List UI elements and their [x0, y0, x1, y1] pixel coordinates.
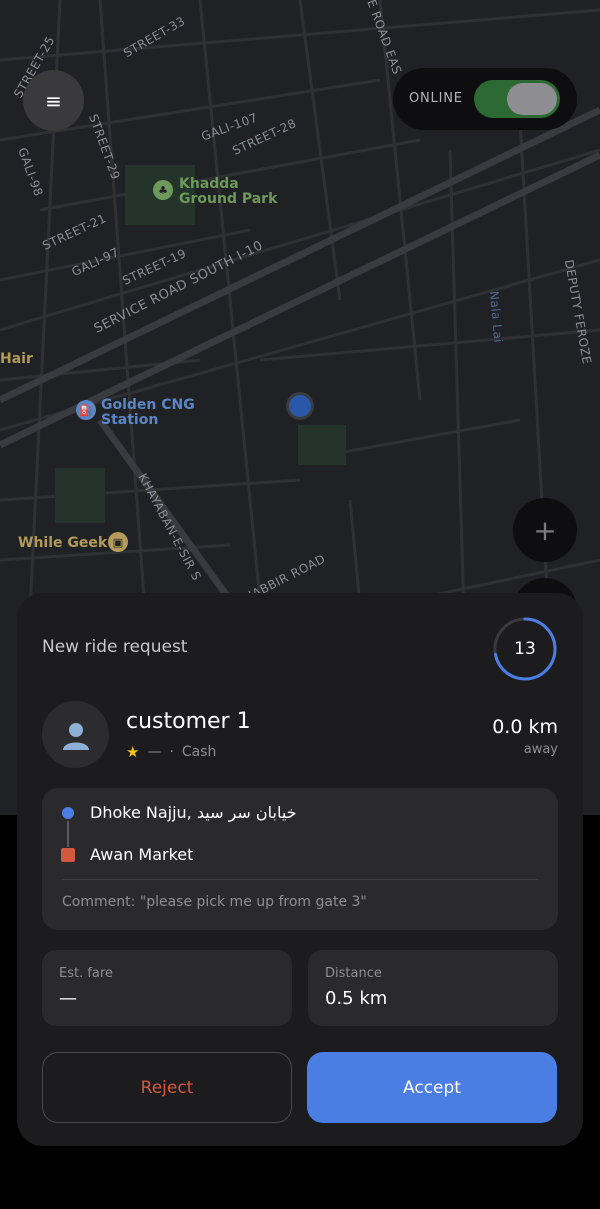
poi-park[interactable]: Khadda Ground Park [179, 177, 289, 207]
card-title: New ride request [42, 637, 188, 657]
customer-rating: — [147, 744, 162, 760]
distance-away-value: 0.0 km [492, 716, 558, 738]
route-line [67, 821, 69, 847]
distance-label: Distance [325, 966, 382, 981]
route-panel: Dhoke Najju, خیابان سر سید Awan Market C… [42, 788, 558, 930]
ride-request-card: New ride request 13 customer 1 ★ — · Cas… [17, 593, 583, 1146]
star-icon: ★ [126, 743, 140, 761]
poi-cng[interactable]: Golden CNG Station [101, 398, 211, 428]
distance-away-label: away [523, 742, 558, 757]
fare-card: Est. fare — [42, 950, 292, 1026]
gas-station-icon: ⛽ [76, 400, 96, 420]
zoom-in-button[interactable]: + [513, 498, 577, 562]
fare-value: — [59, 988, 77, 1009]
online-status-label: ONLINE [409, 91, 463, 106]
divider [62, 879, 538, 880]
dropoff-address: Awan Market [90, 845, 194, 864]
pickup-address: Dhoke Najju, خیابان سر سید [90, 803, 297, 822]
menu-button[interactable]: ≡ [23, 70, 84, 131]
payment-method: Cash [181, 744, 217, 760]
online-toggle[interactable] [474, 80, 560, 118]
customer-name: customer 1 [126, 709, 251, 734]
reject-button[interactable]: Reject [42, 1052, 292, 1123]
user-icon [62, 722, 89, 750]
fare-label: Est. fare [59, 966, 113, 981]
ride-comment: Comment: "please pick me up from gate 3" [62, 894, 367, 910]
distance-value: 0.5 km [325, 988, 388, 1009]
park-icon: ♣ [153, 180, 173, 200]
countdown-timer: 13 [492, 616, 558, 682]
poi-geek[interactable]: While Geek [18, 536, 107, 551]
distance-card: Distance 0.5 km [308, 950, 558, 1026]
countdown-value: 13 [514, 639, 536, 659]
current-location-marker [286, 392, 314, 420]
shop-icon: ▣ [108, 532, 128, 552]
distance-away: 0.0 km away [492, 716, 558, 757]
avatar [42, 701, 109, 768]
accept-button[interactable]: Accept [307, 1052, 557, 1123]
toggle-knob [507, 83, 557, 115]
dropoff-marker-icon [61, 848, 75, 862]
online-status-control: ONLINE [393, 68, 577, 130]
poi-hair[interactable]: Hair [0, 352, 33, 367]
customer-meta: ★ — · Cash [126, 743, 216, 761]
pickup-marker-icon [62, 807, 74, 819]
hamburger-icon: ≡ [45, 88, 62, 113]
plus-icon: + [533, 513, 557, 547]
separator-dot: · [169, 744, 174, 760]
